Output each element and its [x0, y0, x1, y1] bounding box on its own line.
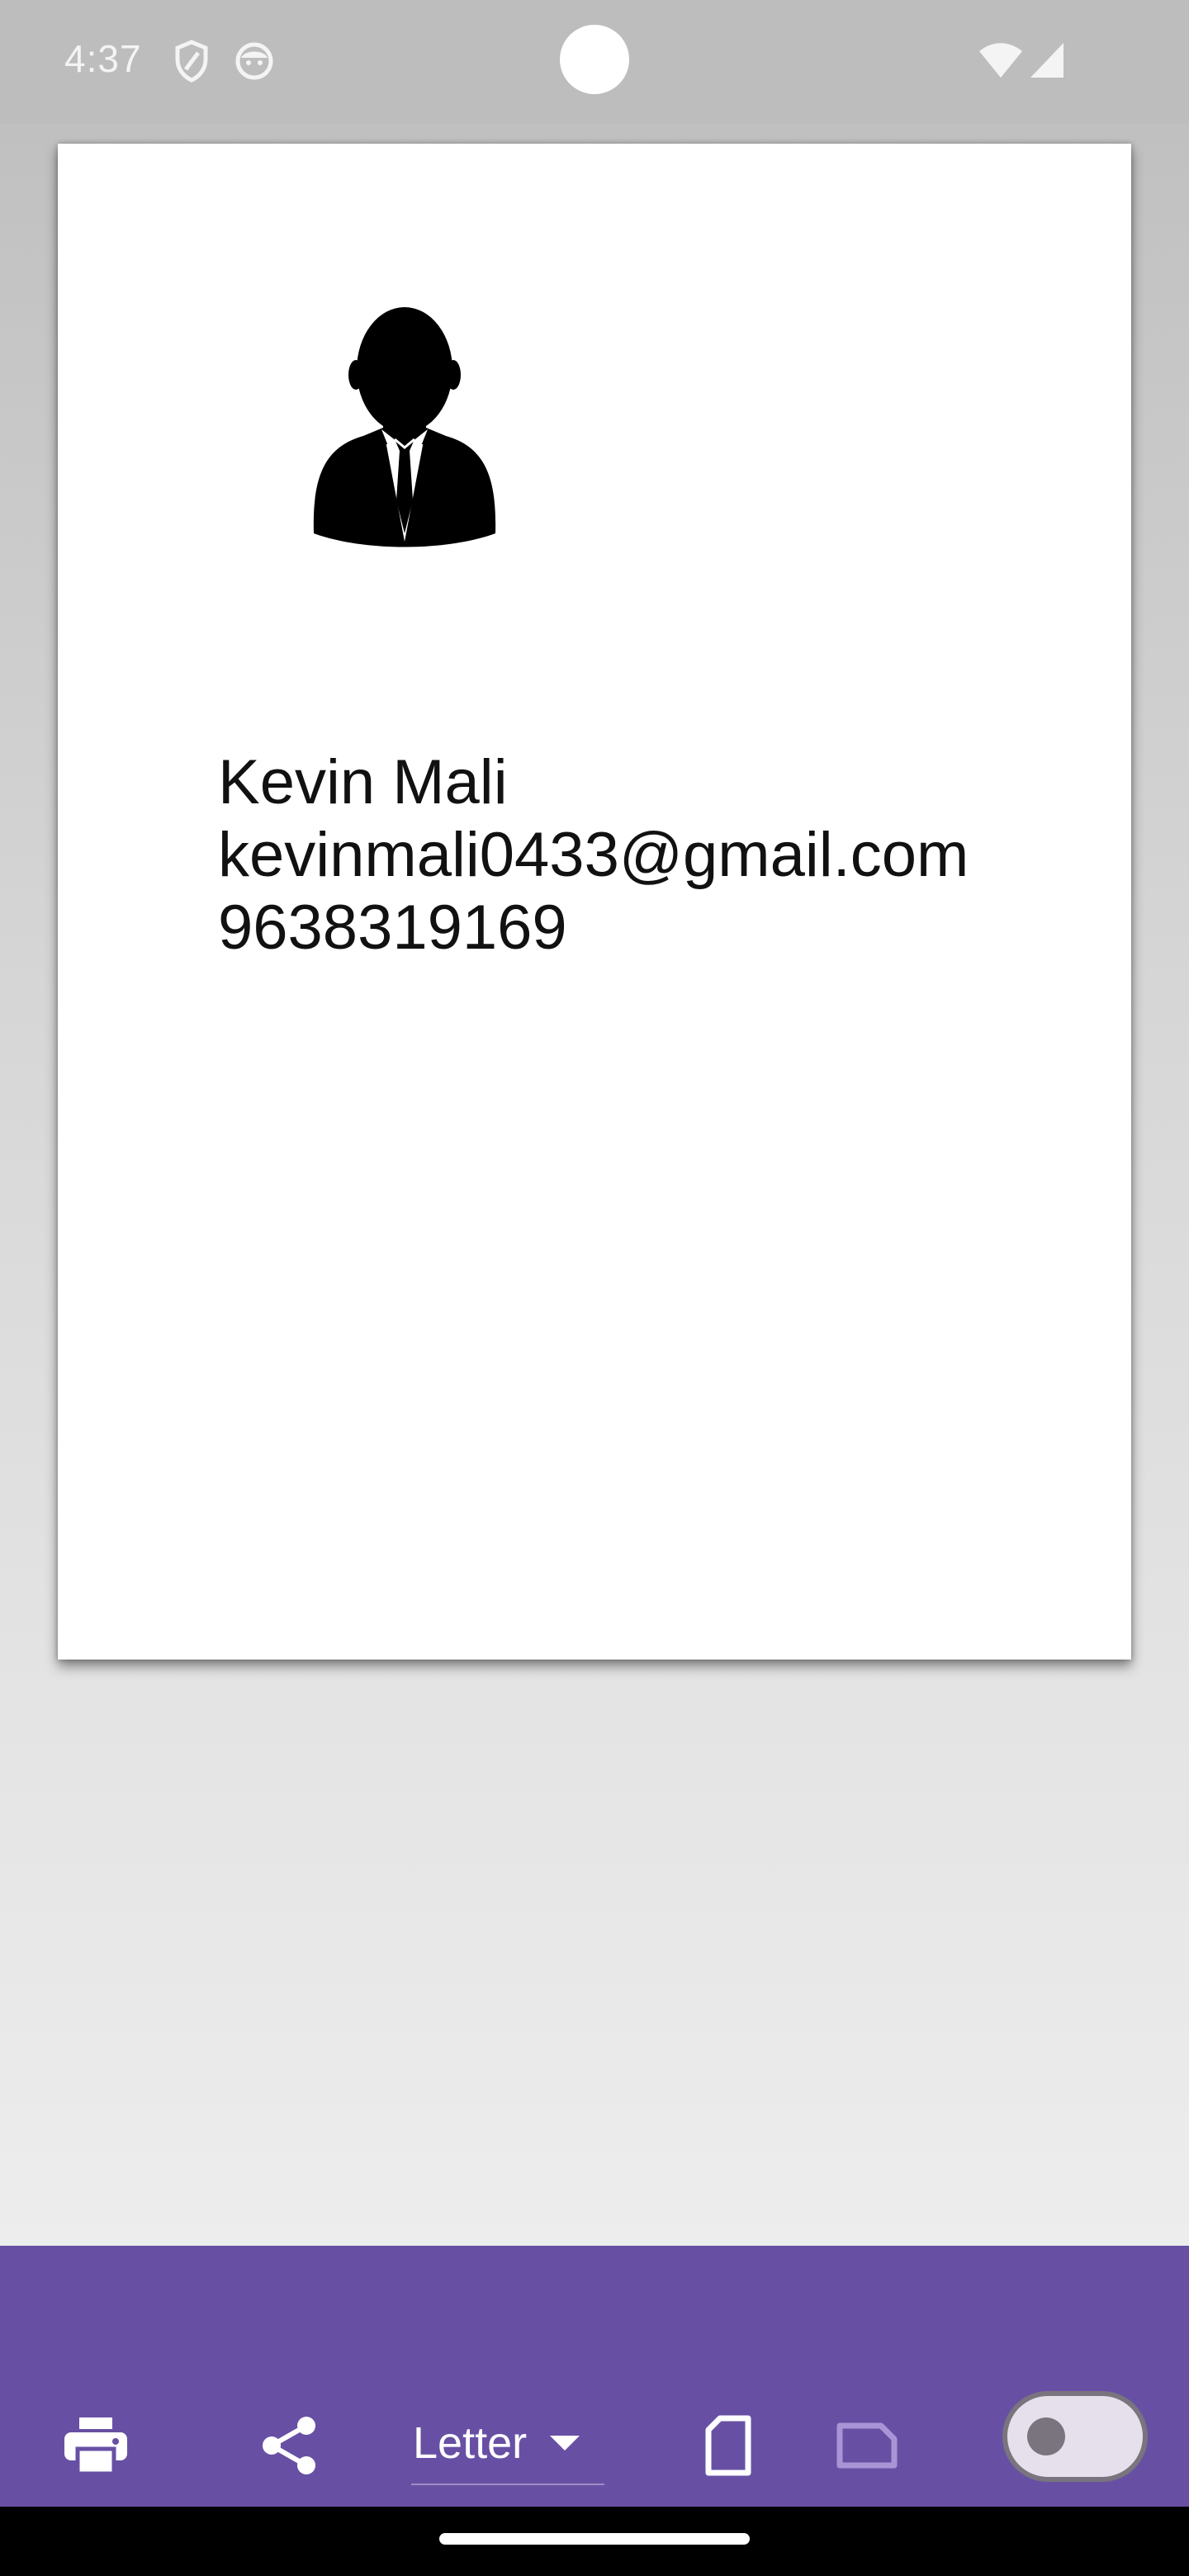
toggle-thumb: [1027, 2417, 1065, 2455]
shield-icon: [175, 40, 208, 83]
contact-phone: 9638319169: [218, 893, 567, 963]
status-time: 4:37: [64, 37, 142, 80]
arrow-drop-down-icon: [550, 2436, 580, 2451]
system-navigation-bar: [0, 2507, 1189, 2576]
person-in-suit-icon: [313, 307, 496, 547]
camera-cutout: [560, 25, 629, 94]
paper-size-dropdown[interactable]: Letter: [411, 2403, 604, 2485]
document-page-preview[interactable]: Kevin Mali kevinmali0433@gmail.com 96383…: [58, 144, 1131, 1660]
status-bar: 4:37: [0, 0, 1189, 124]
share-button[interactable]: [246, 2403, 332, 2488]
print-button[interactable]: [53, 2403, 139, 2488]
wifi-icon: [979, 43, 1022, 78]
paper-size-label: Letter: [413, 2418, 528, 2468]
portrait-orientation-button[interactable]: [685, 2399, 771, 2492]
contact-email: kevinmali0433@gmail.com: [218, 820, 969, 890]
portrait-page-icon: [705, 2415, 751, 2476]
cellular-signal-icon: [1030, 43, 1063, 78]
landscape-orientation-button[interactable]: [824, 2399, 910, 2492]
landscape-page-icon: [836, 2422, 898, 2469]
share-icon: [263, 2417, 315, 2474]
home-indicator[interactable]: [439, 2533, 750, 2545]
toggle-switch[interactable]: [1002, 2391, 1148, 2482]
print-icon: [64, 2417, 127, 2474]
contact-name: Kevin Mali: [218, 747, 508, 817]
face-icon: [235, 42, 273, 80]
